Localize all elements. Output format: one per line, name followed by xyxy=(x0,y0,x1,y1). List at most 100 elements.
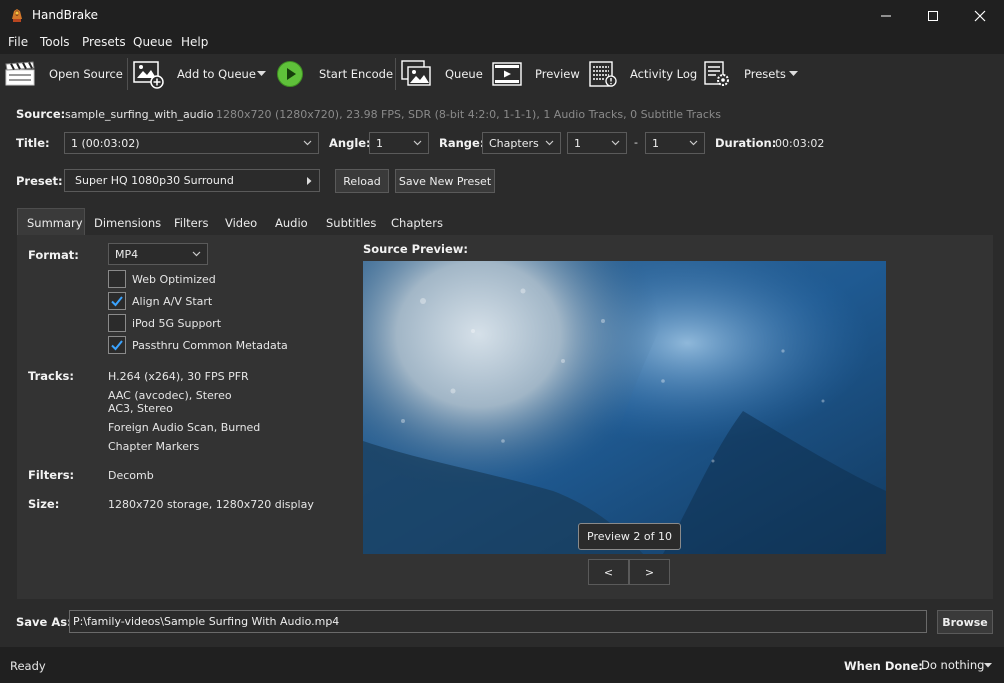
filters-value: Decomb xyxy=(108,469,154,482)
preview-label: Preview xyxy=(535,67,580,81)
preview-next-button[interactable]: > xyxy=(629,559,670,585)
add-to-queue-dropdown-icon[interactable] xyxy=(257,71,266,77)
passthru-metadata-label: Passthru Common Metadata xyxy=(132,339,288,352)
chevron-down-icon xyxy=(611,140,620,146)
maximize-button[interactable] xyxy=(910,0,956,32)
preset-select-value: Super HQ 1080p30 Surround xyxy=(75,174,234,187)
when-done-select[interactable]: Do nothing xyxy=(917,655,995,675)
tab-chapters[interactable]: Chapters xyxy=(391,216,443,230)
duration-value: 00:03:02 xyxy=(775,137,825,150)
align-av-start-checkbox[interactable] xyxy=(108,292,126,310)
save-as-label: Save As: xyxy=(16,615,72,629)
format-label: Format: xyxy=(28,248,79,262)
track-chapters: Chapter Markers xyxy=(108,440,200,453)
preview-position-badge: Preview 2 of 10 xyxy=(578,523,681,550)
format-select-value: MP4 xyxy=(115,247,139,261)
range-start-select[interactable]: 1 xyxy=(567,132,627,154)
activity-log-label: Activity Log xyxy=(630,67,698,81)
presets-icon xyxy=(704,61,729,86)
when-done-label: When Done: xyxy=(844,659,923,673)
duration-label: Duration: xyxy=(715,136,777,150)
menu-tools[interactable]: Tools xyxy=(40,35,70,49)
activity-log-icon xyxy=(589,61,617,87)
chevron-down-icon xyxy=(192,251,201,257)
checkmark-icon xyxy=(111,340,123,351)
play-icon xyxy=(277,61,303,87)
chevron-down-icon xyxy=(984,663,992,668)
tab-summary[interactable]: Summary xyxy=(27,216,83,230)
align-av-start-label: Align A/V Start xyxy=(132,295,213,308)
tab-subtitles[interactable]: Subtitles xyxy=(326,216,376,230)
title-select[interactable]: 1 (00:03:02) xyxy=(64,132,319,154)
preview-image xyxy=(363,261,886,554)
queue-icon xyxy=(401,60,431,86)
minimize-button[interactable] xyxy=(863,0,909,32)
track-audio-aac: AAC (avcodec), Stereo xyxy=(108,389,232,402)
preset-select[interactable]: Super HQ 1080p30 Surround xyxy=(64,169,320,192)
title-label: Title: xyxy=(16,136,50,150)
angle-select[interactable]: 1 xyxy=(369,132,429,154)
range-separator: - xyxy=(634,136,638,149)
save-new-preset-button[interactable]: Save New Preset xyxy=(395,169,495,193)
range-type-value: Chapters xyxy=(489,136,539,150)
chevron-down-icon xyxy=(413,140,422,146)
web-optimized-checkbox[interactable] xyxy=(108,270,126,288)
maximize-icon xyxy=(928,11,938,21)
ipod-5g-support-checkbox[interactable] xyxy=(108,314,126,332)
angle-select-value: 1 xyxy=(376,136,383,150)
tab-dimensions[interactable]: Dimensions xyxy=(94,216,161,230)
tab-audio[interactable]: Audio xyxy=(275,216,308,230)
source-info: 1280x720 (1280x720), 23.98 FPS, SDR (8-b… xyxy=(216,108,722,121)
reload-button[interactable]: Reload xyxy=(335,169,389,193)
close-icon xyxy=(974,10,986,22)
track-subtitle: Foreign Audio Scan, Burned xyxy=(108,421,261,434)
ipod-5g-support-label: iPod 5G Support xyxy=(132,317,222,330)
track-video: H.264 (x264), 30 FPS PFR xyxy=(108,370,249,383)
presets-dropdown-icon[interactable] xyxy=(789,71,798,77)
menu-queue[interactable]: Queue xyxy=(133,35,172,49)
source-label: Source: xyxy=(16,107,66,121)
chevron-down-icon xyxy=(689,140,698,146)
toolbar-separator xyxy=(127,58,128,90)
minimize-icon xyxy=(881,15,891,17)
range-end-value: 1 xyxy=(652,136,659,150)
preset-label: Preset: xyxy=(16,174,63,188)
size-value: 1280x720 storage, 1280x720 display xyxy=(108,498,314,511)
tab-filters[interactable]: Filters xyxy=(174,216,208,230)
save-as-path-input[interactable]: P:\family-videos\Sample Surfing With Aud… xyxy=(69,610,927,633)
menu-presets[interactable]: Presets xyxy=(82,35,126,49)
start-encode-label: Start Encode xyxy=(319,67,394,81)
source-preview-label: Source Preview: xyxy=(363,242,469,256)
web-optimized-label: Web Optimized xyxy=(132,273,216,286)
size-label: Size: xyxy=(28,497,60,511)
status-text: Ready xyxy=(10,659,46,673)
chevron-down-icon xyxy=(303,140,312,146)
when-done-value: Do nothing xyxy=(921,658,985,672)
passthru-metadata-checkbox[interactable] xyxy=(108,336,126,354)
add-to-queue-label: Add to Queue xyxy=(177,67,256,81)
source-name: sample_surfing_with_audio xyxy=(65,108,214,121)
title-select-value: 1 (00:03:02) xyxy=(71,136,140,150)
open-source-label: Open Source xyxy=(49,67,123,81)
range-end-select[interactable]: 1 xyxy=(645,132,705,154)
wave-preview-image xyxy=(363,261,886,554)
chevron-right-icon xyxy=(307,177,312,185)
browse-button[interactable]: Browse xyxy=(937,610,993,634)
format-select[interactable]: MP4 xyxy=(108,243,208,265)
menu-file[interactable]: File xyxy=(8,35,28,49)
title-bar xyxy=(0,0,1004,32)
range-start-value: 1 xyxy=(574,136,581,150)
close-button[interactable] xyxy=(957,0,1003,32)
tab-video[interactable]: Video xyxy=(225,216,257,230)
checkmark-icon xyxy=(111,296,123,307)
menu-help[interactable]: Help xyxy=(181,35,208,49)
add-to-queue-icon xyxy=(133,61,164,89)
toolbar-separator xyxy=(395,58,396,90)
tracks-label: Tracks: xyxy=(28,369,74,383)
range-type-select[interactable]: Chapters xyxy=(482,132,561,154)
chevron-down-icon xyxy=(545,140,554,146)
preview-prev-button[interactable]: < xyxy=(588,559,629,585)
range-label: Range: xyxy=(439,136,485,150)
window-title: HandBrake xyxy=(32,8,99,22)
queue-label: Queue xyxy=(445,67,483,81)
